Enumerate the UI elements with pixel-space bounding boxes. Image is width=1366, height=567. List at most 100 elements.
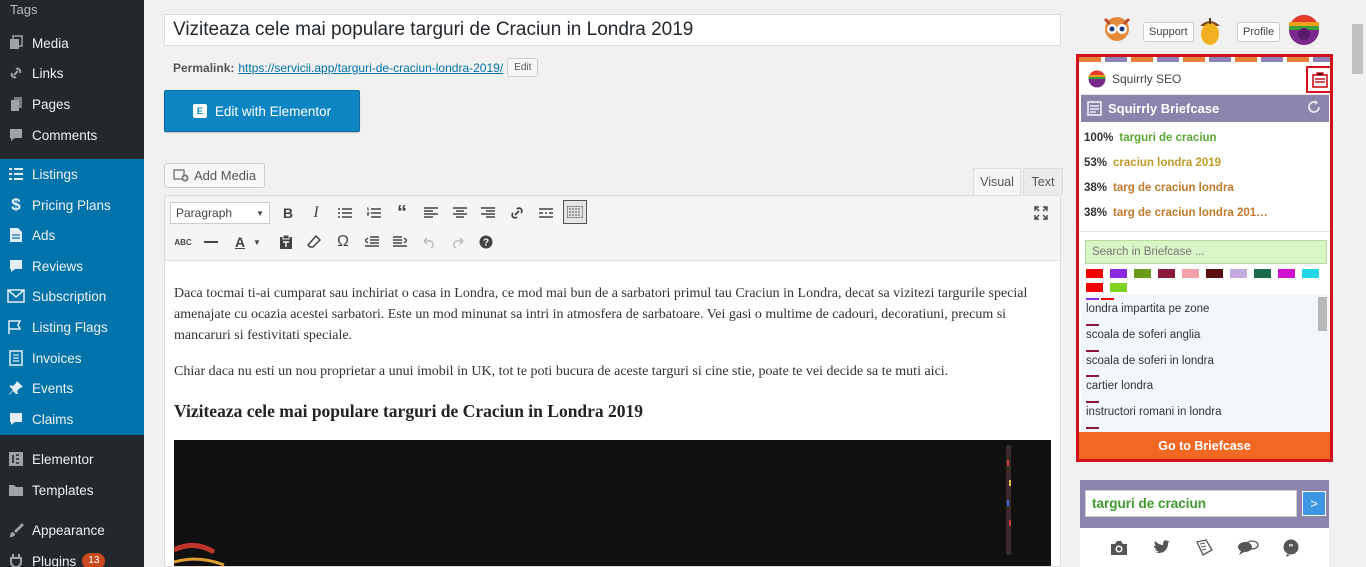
divider — [1079, 231, 1330, 232]
eraser-icon[interactable] — [302, 230, 326, 254]
label-color-swatch[interactable] — [1230, 269, 1247, 278]
sidebar-item-tags[interactable]: Tags — [0, 0, 144, 22]
refresh-icon[interactable] — [1307, 100, 1321, 114]
help-icon[interactable]: ? — [474, 230, 498, 254]
sidebar-item-label: Pages — [32, 96, 71, 112]
sidebar-item-reviews[interactable]: Reviews — [0, 251, 144, 281]
horizontal-line-icon[interactable] — [199, 230, 223, 254]
list-item[interactable]: londra impartita pe zone — [1086, 303, 1209, 315]
twitter-bird-icon[interactable] — [1152, 539, 1172, 557]
update-count-badge: 13 — [82, 553, 106, 567]
label-color-swatch[interactable] — [1134, 269, 1151, 278]
label-color-swatch[interactable] — [1086, 283, 1103, 292]
keyword-go-button[interactable]: > — [1302, 491, 1326, 516]
sidebar-item-ads[interactable]: Ads — [0, 220, 144, 250]
label-marker — [1086, 401, 1099, 403]
sidebar-item-invoices[interactable]: Invoices — [0, 343, 144, 373]
post-title-input[interactable] — [164, 14, 1061, 46]
sidebar-item-comments[interactable]: Comments — [0, 120, 144, 150]
sidebar-item-listing-flags[interactable]: Listing Flags — [0, 312, 144, 342]
read-more-icon[interactable] — [534, 201, 558, 225]
newspaper-icon[interactable] — [1194, 538, 1214, 557]
label-color-swatch[interactable] — [1182, 269, 1199, 278]
bold-icon[interactable]: B — [276, 201, 300, 225]
label-color-swatch[interactable] — [1158, 269, 1175, 278]
list-item[interactable]: cartier londra — [1086, 380, 1153, 392]
sidebar-item-subscription[interactable]: Subscription — [0, 281, 144, 311]
avatar[interactable] — [1288, 14, 1320, 46]
sidebar-item-media[interactable]: Media — [0, 28, 144, 58]
keyword-input[interactable] — [1085, 490, 1297, 517]
sidebar-item-templates[interactable]: Templates — [0, 475, 144, 505]
strikethrough-icon[interactable]: ABC — [171, 230, 195, 254]
align-right-icon[interactable] — [476, 201, 500, 225]
briefcase-keyword-row[interactable]: 38% targ de craciun londra 201… — [1084, 207, 1268, 219]
tab-visual[interactable]: Visual — [973, 168, 1021, 195]
paste-text-icon[interactable] — [274, 230, 298, 254]
sidebar-item-appearance[interactable]: Appearance — [0, 515, 144, 545]
permalink-link[interactable]: https://servicii.app/targuri-de-craciun-… — [238, 61, 503, 75]
sidebar-item-claims[interactable]: Claims — [0, 404, 144, 434]
align-left-icon[interactable] — [419, 201, 443, 225]
italic-icon[interactable]: I — [304, 201, 328, 225]
label-marker — [1086, 427, 1099, 429]
permalink-edit-button[interactable]: Edit — [507, 58, 539, 77]
go-to-briefcase-button[interactable]: Go to Briefcase — [1079, 432, 1330, 459]
briefcase-keyword-row[interactable]: 100% targuri de craciun — [1084, 132, 1217, 144]
format-select[interactable]: Paragraph ▼ — [170, 202, 270, 224]
sidebar-item-listings[interactable]: Listings — [0, 159, 144, 189]
editor-content[interactable]: Daca tocmai ti-ai cumparat sau inchiriat… — [164, 261, 1061, 567]
undo-icon[interactable] — [417, 230, 441, 254]
label-color-swatch[interactable] — [1110, 269, 1127, 278]
fullscreen-icon[interactable] — [1029, 201, 1053, 225]
label-color-swatch[interactable] — [1254, 269, 1271, 278]
bullet-list-icon[interactable] — [333, 201, 357, 225]
content-image[interactable] — [174, 440, 1051, 566]
toolbar-toggle-icon[interactable] — [563, 200, 587, 224]
sidebar-item-elementor[interactable]: Elementor — [0, 444, 144, 474]
briefcase-search-input[interactable] — [1085, 240, 1327, 264]
briefcase-scrollbar[interactable] — [1318, 297, 1327, 331]
sidebar-item-plugins[interactable]: Plugins 13 — [0, 546, 144, 567]
indent-icon[interactable] — [388, 230, 412, 254]
sidebar-item-pricing-plans[interactable]: $ Pricing Plans — [0, 190, 144, 220]
sidebar-item-links[interactable]: Links — [0, 58, 144, 88]
blockquote-icon[interactable]: “ — [390, 201, 414, 225]
numbered-list-icon[interactable] — [362, 201, 386, 225]
camera-icon[interactable] — [1109, 540, 1129, 556]
special-character-icon[interactable]: Ω — [331, 230, 355, 254]
edit-with-elementor-button[interactable]: E Edit with Elementor — [164, 90, 360, 132]
permalink-slug: targuri-de-craciun-londra-2019/ — [337, 60, 504, 75]
sidebar-item-label: Ads — [32, 227, 56, 243]
keyword-text: craciun londra 2019 — [1113, 157, 1222, 169]
quote-bubble-icon[interactable]: " — [1282, 539, 1300, 557]
outdent-icon[interactable] — [360, 230, 384, 254]
sidebar-item-events[interactable]: Events — [0, 373, 144, 403]
link-icon[interactable] — [505, 201, 529, 225]
profile-button[interactable]: Profile — [1237, 22, 1281, 42]
list-item[interactable]: instructori romani in londra — [1086, 406, 1222, 418]
briefcase-toggle-icon[interactable] — [1306, 66, 1330, 93]
label-color-swatch[interactable] — [1206, 269, 1223, 278]
label-color-swatch[interactable] — [1110, 283, 1127, 292]
label-color-swatch[interactable] — [1278, 269, 1295, 278]
align-center-icon[interactable] — [448, 201, 472, 225]
support-button[interactable]: Support — [1143, 22, 1194, 42]
text-color-icon[interactable]: A — [228, 230, 252, 254]
keyword-research-box: > — [1080, 480, 1329, 528]
redo-icon[interactable] — [446, 230, 470, 254]
add-media-button[interactable]: Add Media — [164, 163, 266, 188]
sidebar-item-pages[interactable]: Pages — [0, 89, 144, 119]
svg-text:?: ? — [483, 238, 489, 249]
scrollbar-thumb[interactable] — [1352, 24, 1363, 74]
page-scrollbar[interactable] — [1349, 0, 1366, 567]
list-item[interactable]: scoala de soferi in londra — [1086, 355, 1214, 367]
tab-text[interactable]: Text — [1023, 168, 1063, 195]
list-item[interactable]: scoala de soferi anglia — [1086, 329, 1200, 341]
label-color-swatch[interactable] — [1302, 269, 1319, 278]
label-color-swatch[interactable] — [1086, 269, 1103, 278]
briefcase-keyword-row[interactable]: 38% targ de craciun londra — [1084, 182, 1234, 194]
chevron-down-icon[interactable]: ▼ — [250, 230, 264, 254]
briefcase-keyword-row[interactable]: 53% craciun londra 2019 — [1084, 157, 1221, 169]
chat-bubbles-icon[interactable] — [1237, 539, 1259, 556]
